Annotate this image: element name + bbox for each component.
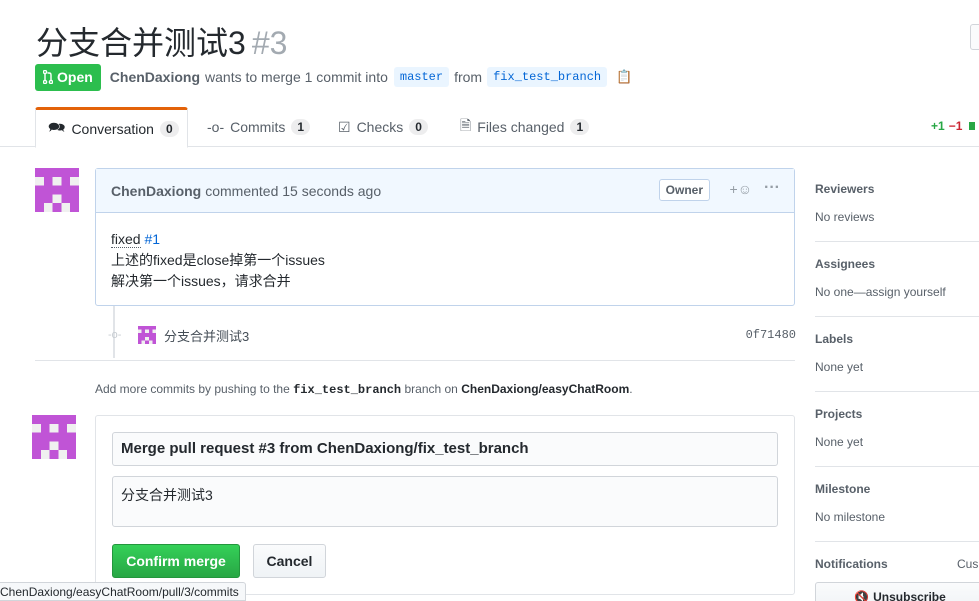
tab-counter: 0: [409, 119, 428, 135]
add-reaction-icon[interactable]: +☺: [730, 181, 752, 197]
identicon-icon: [32, 415, 76, 459]
notifications-label: Notifications: [815, 557, 888, 571]
tab-label: Conversation: [71, 120, 154, 137]
hint-suffix: .: [629, 382, 633, 396]
commit-sha[interactable]: 0f71480: [746, 328, 796, 342]
from-text: from: [454, 69, 483, 85]
tab-label: Files changed: [477, 119, 565, 135]
sidebar-heading: Notifications Cus: [815, 557, 979, 571]
clipboard-icon[interactable]: 📋: [616, 69, 632, 85]
base-branch[interactable]: master: [393, 67, 450, 87]
commit-row: -o- 分支合并测试3 0f71480: [108, 322, 796, 348]
status-bar-url: ChenDaxiong/easyChatRoom/pull/3/commits: [0, 582, 246, 601]
sidebar-milestone[interactable]: Milestone No milestone: [815, 482, 979, 524]
sidebar-heading: Assignees: [815, 257, 876, 271]
divider: [815, 241, 979, 242]
sidebar-notifications: Notifications Cus: [815, 557, 979, 571]
pr-meta: Open ChenDaxiong wants to merge 1 commit…: [35, 63, 632, 91]
merge-text: wants to merge 1 commit into: [205, 69, 388, 85]
status-label: Open: [57, 69, 93, 85]
unsubscribe-button[interactable]: 🔇 Unsubscribe: [815, 582, 979, 601]
comment-timestamp: commented 15 seconds ago: [205, 182, 382, 199]
comment-header: ChenDaxiong commented 15 seconds ago Own…: [96, 169, 794, 213]
commit-icon: -o-: [108, 329, 122, 341]
tab-label: Commits: [230, 119, 286, 135]
head-branch[interactable]: fix_test_branch: [487, 67, 608, 87]
sidebar-value: None yet: [815, 360, 864, 374]
sidebar-assignees[interactable]: Assignees No one—assign yourself: [815, 257, 979, 299]
commit-message[interactable]: 分支合并测试3: [164, 326, 249, 345]
edit-button[interactable]: [970, 24, 979, 50]
identicon-icon[interactable]: [138, 326, 156, 344]
sidebar-heading: Reviewers: [815, 182, 875, 196]
hint-middle: branch on: [404, 382, 458, 396]
pr-tabs: 🗪 Conversation 0 -o- Commits 1 ☑ Checks …: [0, 107, 979, 148]
diff-deletions: −1: [948, 119, 963, 133]
diffstat-block-icon: [968, 122, 975, 130]
divider: [815, 316, 979, 317]
confirm-merge-button[interactable]: Confirm merge: [112, 544, 240, 578]
mute-icon: 🔇: [854, 590, 870, 601]
owner-badge: Owner: [658, 179, 710, 201]
pr-author-link[interactable]: ChenDaxiong: [110, 69, 200, 85]
status-badge: Open: [35, 63, 101, 91]
divider: [815, 466, 979, 467]
hint-prefix: Add more commits by pushing to the: [95, 382, 290, 396]
divider: [815, 541, 979, 542]
sidebar-heading: Milestone: [815, 482, 871, 496]
diff-additions: +1: [931, 119, 945, 133]
hint-repo-link[interactable]: ChenDaxiong/easyChatRoom: [461, 382, 629, 396]
more-options-icon[interactable]: ···: [764, 179, 780, 197]
tab-counter: 0: [159, 120, 179, 137]
sidebar-value: None yet: [815, 435, 864, 449]
diffstat: +1 −1: [931, 119, 975, 133]
tab-files-changed[interactable]: 🗎 Files changed 1: [448, 107, 601, 147]
push-hint: Add more commits by pushing to the fix_t…: [95, 382, 633, 397]
divider: [35, 360, 795, 361]
tab-label: Checks: [356, 119, 404, 135]
pr-title-text: 分支合并测试3: [36, 25, 246, 61]
comment-author[interactable]: ChenDaxiong: [111, 183, 201, 199]
tab-conversation[interactable]: 🗪 Conversation 0: [35, 107, 188, 148]
tab-checks[interactable]: ☑ Checks 0: [326, 107, 440, 147]
checklist-icon: ☑: [338, 118, 351, 135]
sidebar-reviewers[interactable]: Reviewers No reviews: [815, 182, 979, 224]
merge-title-input[interactable]: Merge pull request #3 from ChenDaxiong/f…: [112, 432, 778, 466]
pr-number: #3: [251, 25, 288, 61]
pr-title: 分支合并测试3 #3: [36, 18, 287, 64]
sidebar-value[interactable]: No one—assign yourself: [815, 285, 979, 299]
commit-icon: -o-: [207, 119, 225, 135]
comment-discussion-icon: 🗪: [48, 118, 66, 135]
unsubscribe-label: Unsubscribe: [873, 590, 946, 601]
merge-message-textarea[interactable]: 分支合并测试3: [112, 476, 778, 527]
pull-request-icon: [43, 70, 53, 84]
avatar[interactable]: [35, 168, 79, 212]
sidebar-heading: Projects: [815, 407, 863, 421]
file-diff-icon: 🗎: [460, 117, 472, 133]
sidebar-labels[interactable]: Labels None yet: [815, 332, 979, 374]
identicon-icon: [35, 168, 79, 212]
tab-counter: 1: [291, 119, 311, 135]
sidebar-value: No milestone: [815, 510, 886, 524]
comment-fixed-keyword: fixed: [111, 231, 141, 248]
comment-line: 上述的fixed是close掉第一个issues: [111, 252, 325, 268]
sidebar-heading: Labels: [815, 332, 854, 346]
tab-counter: 1: [570, 119, 590, 135]
customize-link[interactable]: Cus: [957, 557, 978, 571]
comment: ChenDaxiong commented 15 seconds ago Own…: [95, 168, 795, 306]
comment-line: 解决第一个issues，请求合并: [111, 273, 291, 289]
avatar[interactable]: [32, 415, 76, 459]
tab-commits[interactable]: -o- Commits 1: [195, 107, 322, 147]
sidebar-value: No reviews: [815, 210, 875, 224]
divider: [815, 391, 979, 392]
issue-link[interactable]: #1: [144, 231, 160, 247]
cancel-button[interactable]: Cancel: [253, 544, 326, 578]
hint-branch: fix_test_branch: [293, 383, 402, 397]
sidebar-projects[interactable]: Projects None yet: [815, 407, 979, 449]
comment-body: fixed #1 上述的fixed是close掉第一个issues 解决第一个i…: [96, 213, 794, 308]
